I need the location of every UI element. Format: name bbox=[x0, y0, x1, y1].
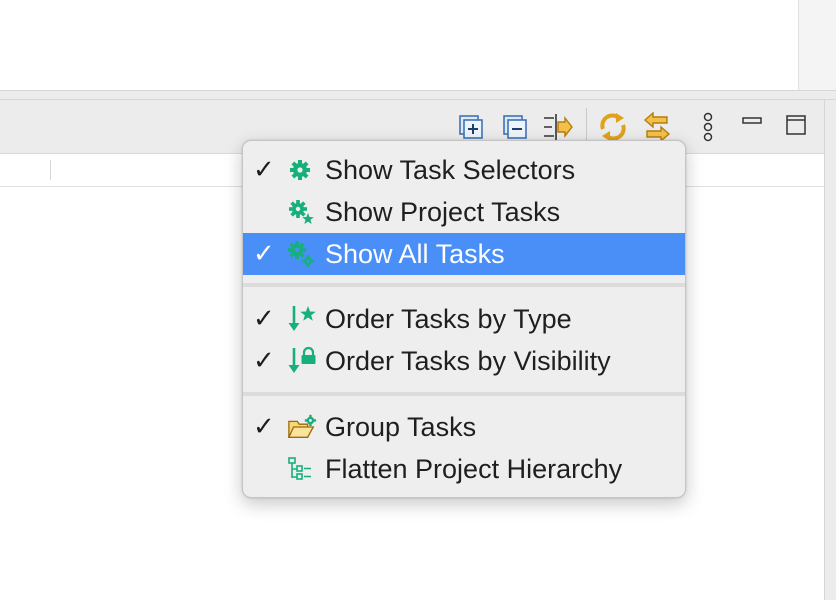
menu-item-label: Show All Tasks bbox=[325, 239, 505, 269]
folder-gear-icon bbox=[287, 414, 317, 440]
menu-item-group-tasks[interactable]: ✓ Group Tasks bbox=[243, 406, 685, 448]
view-border bbox=[824, 100, 836, 600]
minimize-icon[interactable] bbox=[735, 104, 769, 138]
checkmark-icon: ✓ bbox=[253, 412, 275, 442]
menu-item-show-all-tasks[interactable]: ✓ Show All Tasks bbox=[243, 233, 685, 275]
menu-item-flatten-project-hierarchy[interactable]: Flatten Project Hierarchy bbox=[243, 448, 685, 490]
menu-item-order-tasks-by-type[interactable]: ✓ Order Tasks by Type bbox=[243, 298, 685, 340]
menu-separator bbox=[243, 392, 685, 396]
sync-icon[interactable] bbox=[640, 110, 674, 144]
sort-star-icon bbox=[287, 306, 317, 332]
checkmark-icon: ✓ bbox=[253, 239, 275, 269]
menu-item-label: Flatten Project Hierarchy bbox=[325, 454, 623, 484]
checkmark-icon: ✓ bbox=[253, 346, 275, 376]
view-menu-dropdown: ✓ Show Task Selectors Show Project Tasks… bbox=[242, 140, 686, 498]
pane-splitter[interactable] bbox=[0, 90, 836, 100]
link-with-editor-icon[interactable] bbox=[541, 110, 575, 144]
editor-area bbox=[0, 0, 798, 90]
checkmark-icon: ✓ bbox=[253, 304, 275, 334]
menu-item-show-task-selectors[interactable]: ✓ Show Task Selectors bbox=[243, 149, 685, 191]
maximize-icon[interactable] bbox=[779, 108, 813, 142]
refresh-icon[interactable] bbox=[596, 110, 630, 144]
menu-separator bbox=[243, 283, 685, 287]
gears-icon bbox=[287, 241, 317, 267]
menu-item-label: Order Tasks by Type bbox=[325, 304, 572, 334]
gear-star-icon bbox=[287, 199, 317, 225]
hierarchy-icon bbox=[287, 456, 317, 482]
menu-item-label: Show Project Tasks bbox=[325, 197, 561, 227]
sort-lock-icon bbox=[287, 346, 317, 374]
menu-item-order-tasks-by-visibility[interactable]: ✓ Order Tasks by Visibility bbox=[243, 340, 685, 382]
gear-icon bbox=[287, 157, 317, 183]
checkmark-icon: ✓ bbox=[253, 155, 275, 185]
toolbar-separator bbox=[586, 108, 587, 144]
menu-item-show-project-tasks[interactable]: Show Project Tasks bbox=[243, 191, 685, 233]
expand-all-icon[interactable] bbox=[454, 110, 488, 144]
editor-scrollbar[interactable] bbox=[798, 0, 836, 90]
column-divider[interactable] bbox=[50, 160, 51, 180]
menu-item-label: Order Tasks by Visibility bbox=[325, 346, 611, 376]
collapse-all-icon[interactable] bbox=[498, 110, 532, 144]
menu-item-label: Group Tasks bbox=[325, 412, 477, 442]
menu-item-label: Show Task Selectors bbox=[325, 155, 576, 185]
view-menu-icon[interactable] bbox=[691, 110, 725, 144]
